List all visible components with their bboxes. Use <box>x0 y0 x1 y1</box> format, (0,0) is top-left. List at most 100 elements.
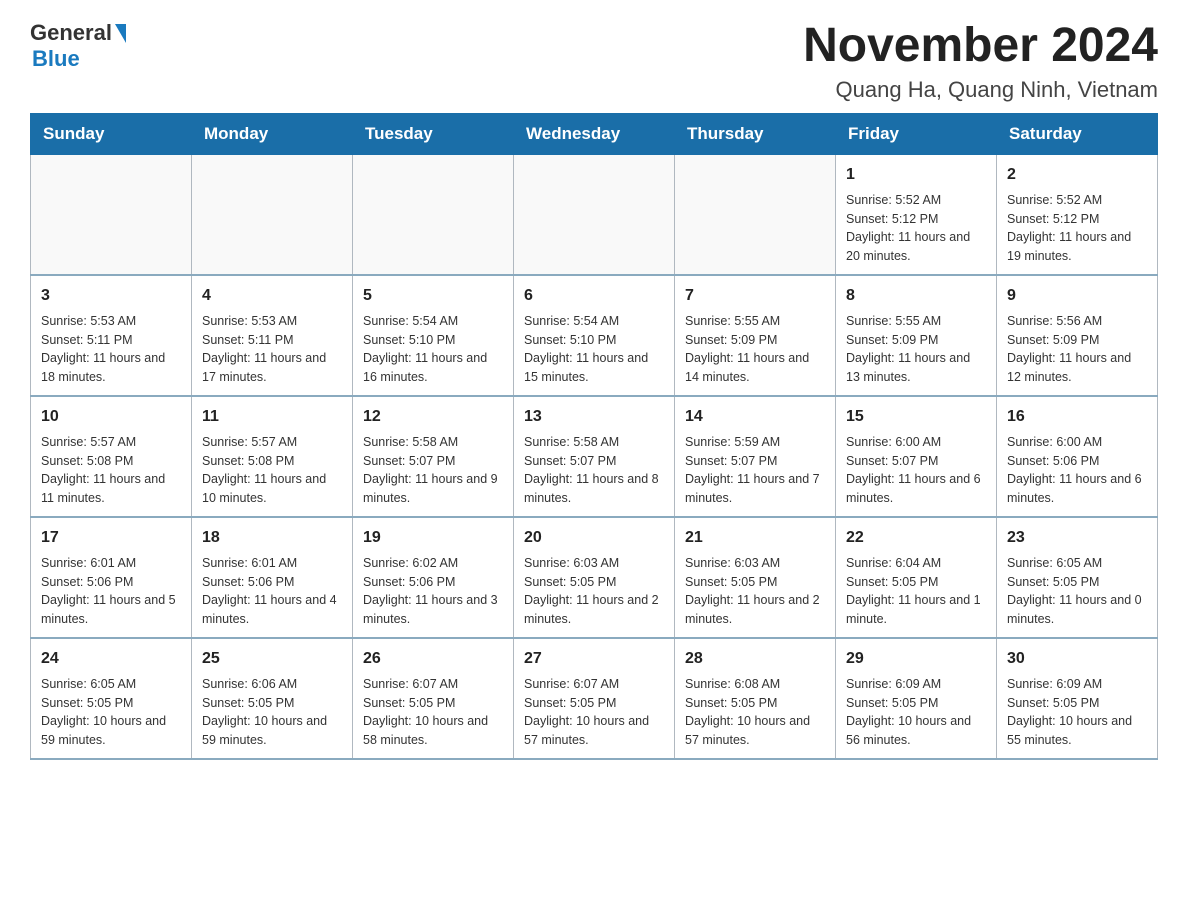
day-info: Sunrise: 5:53 AMSunset: 5:11 PMDaylight:… <box>41 312 181 387</box>
calendar-cell-week2-day2: 5 Sunrise: 5:54 AMSunset: 5:10 PMDaylight… <box>353 275 514 396</box>
calendar-cell-week4-day4: 21 Sunrise: 6:03 AMSunset: 5:05 PMDayligh… <box>675 517 836 638</box>
day-number: 18 <box>202 526 342 550</box>
calendar-cell-week4-day0: 17 Sunrise: 6:01 AMSunset: 5:06 PMDayligh… <box>31 517 192 638</box>
calendar-cell-week3-day1: 11 Sunrise: 5:57 AMSunset: 5:08 PMDayligh… <box>192 396 353 517</box>
calendar-cell-week2-day4: 7 Sunrise: 5:55 AMSunset: 5:09 PMDaylight… <box>675 275 836 396</box>
day-info: Sunrise: 5:57 AMSunset: 5:08 PMDaylight:… <box>41 433 181 508</box>
calendar-week-3: 10 Sunrise: 5:57 AMSunset: 5:08 PMDayligh… <box>31 396 1158 517</box>
day-info: Sunrise: 5:54 AMSunset: 5:10 PMDaylight:… <box>363 312 503 387</box>
day-number: 23 <box>1007 526 1147 550</box>
day-number: 16 <box>1007 405 1147 429</box>
day-info: Sunrise: 5:58 AMSunset: 5:07 PMDaylight:… <box>524 433 664 508</box>
calendar-body: 1 Sunrise: 5:52 AMSunset: 5:12 PMDaylight… <box>31 154 1158 759</box>
calendar-cell-week3-day4: 14 Sunrise: 5:59 AMSunset: 5:07 PMDayligh… <box>675 396 836 517</box>
day-number: 2 <box>1007 163 1147 187</box>
day-number: 13 <box>524 405 664 429</box>
calendar-week-5: 24 Sunrise: 6:05 AMSunset: 5:05 PMDayligh… <box>31 638 1158 759</box>
day-number: 28 <box>685 647 825 671</box>
day-info: Sunrise: 5:54 AMSunset: 5:10 PMDaylight:… <box>524 312 664 387</box>
calendar-cell-week2-day1: 4 Sunrise: 5:53 AMSunset: 5:11 PMDaylight… <box>192 275 353 396</box>
calendar-cell-week5-day5: 29 Sunrise: 6:09 AMSunset: 5:05 PMDayligh… <box>836 638 997 759</box>
logo: General Blue <box>30 20 126 72</box>
calendar-week-4: 17 Sunrise: 6:01 AMSunset: 5:06 PMDayligh… <box>31 517 1158 638</box>
calendar-header: SundayMondayTuesdayWednesdayThursdayFrid… <box>31 113 1158 154</box>
day-number: 14 <box>685 405 825 429</box>
calendar-cell-week3-day5: 15 Sunrise: 6:00 AMSunset: 5:07 PMDayligh… <box>836 396 997 517</box>
day-info: Sunrise: 5:58 AMSunset: 5:07 PMDaylight:… <box>363 433 503 508</box>
calendar-table: SundayMondayTuesdayWednesdayThursdayFrid… <box>30 113 1158 760</box>
calendar-cell-week3-day3: 13 Sunrise: 5:58 AMSunset: 5:07 PMDayligh… <box>514 396 675 517</box>
calendar-cell-week5-day3: 27 Sunrise: 6:07 AMSunset: 5:05 PMDayligh… <box>514 638 675 759</box>
page-title: November 2024 <box>803 20 1158 73</box>
title-block: November 2024 Quang Ha, Quang Ninh, Viet… <box>803 20 1158 103</box>
day-number: 22 <box>846 526 986 550</box>
day-info: Sunrise: 6:05 AMSunset: 5:05 PMDaylight:… <box>41 675 181 750</box>
day-number: 21 <box>685 526 825 550</box>
day-number: 27 <box>524 647 664 671</box>
calendar-cell-week4-day6: 23 Sunrise: 6:05 AMSunset: 5:05 PMDayligh… <box>997 517 1158 638</box>
day-number: 30 <box>1007 647 1147 671</box>
day-number: 19 <box>363 526 503 550</box>
day-info: Sunrise: 6:08 AMSunset: 5:05 PMDaylight:… <box>685 675 825 750</box>
day-number: 17 <box>41 526 181 550</box>
day-number: 1 <box>846 163 986 187</box>
day-number: 15 <box>846 405 986 429</box>
calendar-week-2: 3Sunrise: 5:53 AMSunset: 5:11 PMDaylight… <box>31 275 1158 396</box>
day-number: 12 <box>363 405 503 429</box>
calendar-cell-week2-day6: 9Sunrise: 5:56 AMSunset: 5:09 PMDaylight… <box>997 275 1158 396</box>
calendar-cell-week3-day0: 10 Sunrise: 5:57 AMSunset: 5:08 PMDayligh… <box>31 396 192 517</box>
day-number: 29 <box>846 647 986 671</box>
calendar-cell-week4-day3: 20 Sunrise: 6:03 AMSunset: 5:05 PMDayligh… <box>514 517 675 638</box>
weekday-header-sunday: Sunday <box>31 113 192 154</box>
calendar-cell-week5-day6: 30 Sunrise: 6:09 AMSunset: 5:05 PMDayligh… <box>997 638 1158 759</box>
day-info: Sunrise: 5:52 AMSunset: 5:12 PMDaylight:… <box>1007 191 1147 266</box>
logo-arrow-icon <box>115 24 126 43</box>
logo-general-text: General <box>30 20 112 46</box>
calendar-cell-week5-day4: 28 Sunrise: 6:08 AMSunset: 5:05 PMDayligh… <box>675 638 836 759</box>
day-number: 5 <box>363 284 503 308</box>
calendar-cell-week3-day2: 12 Sunrise: 5:58 AMSunset: 5:07 PMDayligh… <box>353 396 514 517</box>
calendar-cell-week1-day5: 1Sunrise: 5:52 AMSunset: 5:12 PMDaylight… <box>836 154 997 275</box>
calendar-cell-week1-day0 <box>31 154 192 275</box>
calendar-cell-week2-day3: 6Sunrise: 5:54 AMSunset: 5:10 PMDaylight… <box>514 275 675 396</box>
day-info: Sunrise: 6:03 AMSunset: 5:05 PMDaylight:… <box>685 554 825 629</box>
day-number: 4 <box>202 284 342 308</box>
weekday-header-tuesday: Tuesday <box>353 113 514 154</box>
day-number: 11 <box>202 405 342 429</box>
day-number: 24 <box>41 647 181 671</box>
calendar-cell-week4-day1: 18Sunrise: 6:01 AMSunset: 5:06 PMDayligh… <box>192 517 353 638</box>
day-info: Sunrise: 5:55 AMSunset: 5:09 PMDaylight:… <box>846 312 986 387</box>
day-info: Sunrise: 5:59 AMSunset: 5:07 PMDaylight:… <box>685 433 825 508</box>
day-info: Sunrise: 6:01 AMSunset: 5:06 PMDaylight:… <box>41 554 181 629</box>
day-info: Sunrise: 5:53 AMSunset: 5:11 PMDaylight:… <box>202 312 342 387</box>
day-info: Sunrise: 5:57 AMSunset: 5:08 PMDaylight:… <box>202 433 342 508</box>
page-subtitle: Quang Ha, Quang Ninh, Vietnam <box>803 77 1158 103</box>
calendar-cell-week5-day2: 26Sunrise: 6:07 AMSunset: 5:05 PMDayligh… <box>353 638 514 759</box>
day-number: 10 <box>41 405 181 429</box>
day-info: Sunrise: 6:09 AMSunset: 5:05 PMDaylight:… <box>846 675 986 750</box>
calendar-cell-week1-day6: 2 Sunrise: 5:52 AMSunset: 5:12 PMDaylight… <box>997 154 1158 275</box>
weekday-header-wednesday: Wednesday <box>514 113 675 154</box>
calendar-cell-week2-day0: 3Sunrise: 5:53 AMSunset: 5:11 PMDaylight… <box>31 275 192 396</box>
day-number: 20 <box>524 526 664 550</box>
day-info: Sunrise: 5:55 AMSunset: 5:09 PMDaylight:… <box>685 312 825 387</box>
day-info: Sunrise: 6:09 AMSunset: 5:05 PMDaylight:… <box>1007 675 1147 750</box>
weekday-header-monday: Monday <box>192 113 353 154</box>
day-number: 7 <box>685 284 825 308</box>
calendar-cell-week1-day1 <box>192 154 353 275</box>
day-info: Sunrise: 6:07 AMSunset: 5:05 PMDaylight:… <box>524 675 664 750</box>
calendar-cell-week1-day4 <box>675 154 836 275</box>
day-info: Sunrise: 6:05 AMSunset: 5:05 PMDaylight:… <box>1007 554 1147 629</box>
day-info: Sunrise: 6:03 AMSunset: 5:05 PMDaylight:… <box>524 554 664 629</box>
day-info: Sunrise: 6:00 AMSunset: 5:06 PMDaylight:… <box>1007 433 1147 508</box>
calendar-week-1: 1 Sunrise: 5:52 AMSunset: 5:12 PMDaylight… <box>31 154 1158 275</box>
page-header: General Blue November 2024 Quang Ha, Qua… <box>30 20 1158 103</box>
day-number: 8 <box>846 284 986 308</box>
logo-blue-text: Blue <box>32 46 80 71</box>
day-info: Sunrise: 6:00 AMSunset: 5:07 PMDaylight:… <box>846 433 986 508</box>
day-info: Sunrise: 6:06 AMSunset: 5:05 PMDaylight:… <box>202 675 342 750</box>
calendar-cell-week1-day3 <box>514 154 675 275</box>
calendar-cell-week1-day2 <box>353 154 514 275</box>
day-info: Sunrise: 6:07 AMSunset: 5:05 PMDaylight:… <box>363 675 503 750</box>
calendar-cell-week2-day5: 8 Sunrise: 5:55 AMSunset: 5:09 PMDaylight… <box>836 275 997 396</box>
